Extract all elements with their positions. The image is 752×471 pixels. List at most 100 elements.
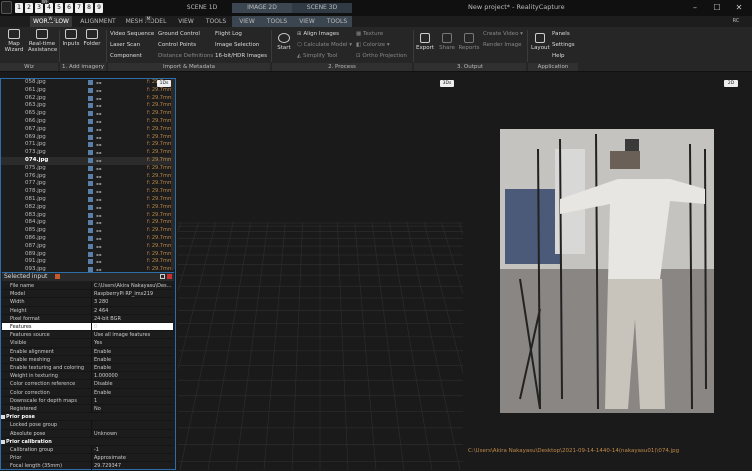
render-image-button[interactable]: Render Image <box>483 42 522 48</box>
list-item[interactable]: 075.jpg ▪▪ f: 29.7mm <box>1 165 175 173</box>
property-row[interactable]: Pixel format 24-bit BGR <box>2 314 173 323</box>
help-button[interactable]: Help <box>552 53 565 59</box>
create-video-button[interactable]: Create Video ▾ <box>483 31 523 37</box>
image2d-viewport[interactable]: 2D <box>465 78 752 470</box>
list-item[interactable]: 061.jpg ▪▪ f: 29.7mm <box>1 87 175 95</box>
ortho-projection-button[interactable]: ⊡ Ortho Projection <box>356 53 407 59</box>
list-item[interactable]: 067.jpg ▪▪ f: 29.7mm <box>1 126 175 134</box>
tab-scene1d-tools[interactable]: TOOLS <box>262 16 292 27</box>
tab-scene3d-tools[interactable]: TOOLS <box>322 16 352 27</box>
quick-access-button[interactable]: 6 <box>65 3 73 13</box>
property-row[interactable]: Color correction Enable <box>2 388 173 397</box>
property-row[interactable]: Weight in texturing 1.000000 <box>2 372 173 381</box>
start-button[interactable]: Start <box>275 33 293 51</box>
property-row[interactable]: Enable alignment Enable <box>2 347 173 356</box>
maximize-button[interactable]: ☐ <box>706 0 728 16</box>
quick-access-button[interactable]: 9 <box>95 3 103 13</box>
map-wizard-button[interactable]: Map Wizard <box>4 29 24 53</box>
reports-button[interactable]: Reports <box>458 33 480 51</box>
quick-access-button[interactable]: 3 <box>35 3 43 13</box>
property-value[interactable]: Unknown <box>94 430 117 438</box>
property-value[interactable]: 24-bit BGR <box>94 315 121 323</box>
property-row[interactable]: Model RaspberryPi RP_imx219 <box>2 290 173 299</box>
list-item[interactable]: 066.jpg ▪▪ f: 29.7mm <box>1 118 175 126</box>
property-value[interactable]: Yes <box>94 339 102 347</box>
export-button[interactable]: Export <box>416 33 434 51</box>
laser-scan-button[interactable]: Laser Scan <box>110 42 140 48</box>
list-item[interactable]: 073.jpg ▪▪ f: 29.7mm <box>1 149 175 157</box>
tab-scene1d-view[interactable]: VIEW <box>232 16 262 27</box>
property-row[interactable]: Visible Yes <box>2 339 173 348</box>
property-row[interactable]: Color correction reference Disable <box>2 380 173 389</box>
property-value[interactable]: Approximate <box>94 454 126 462</box>
property-value[interactable]: 0 <box>94 323 97 331</box>
list-item[interactable]: 089.jpg ▪▪ f: 29.7mm <box>1 251 175 259</box>
close-panel-icon[interactable] <box>167 274 172 279</box>
property-row[interactable]: Height 2 464 <box>2 306 173 315</box>
quick-access-button[interactable]: 8 <box>85 3 93 13</box>
texture-button[interactable]: ▦ Texture <box>356 31 383 37</box>
property-row[interactable]: Prior pose <box>1 413 173 422</box>
list-item[interactable]: 081.jpg ▪▪ f: 29.7mm <box>1 196 175 204</box>
minimize-button[interactable]: – <box>684 0 706 16</box>
list-item[interactable]: 074.jpg ▪▪ f: 29.7mm <box>1 157 175 165</box>
property-row[interactable]: Focal length (35mm) 29.729347 <box>2 462 173 471</box>
panels-button[interactable]: Panels <box>552 31 570 37</box>
property-value[interactable]: Disable <box>94 380 113 388</box>
list-item[interactable]: 076.jpg ▪▪ f: 29.7mm <box>1 173 175 181</box>
folder-button[interactable]: Folder <box>83 29 101 47</box>
list-item[interactable]: 085.jpg ▪▪ f: 29.7mm <box>1 227 175 235</box>
list-item[interactable]: 086.jpg ▪▪ f: 29.7mm <box>1 235 175 243</box>
property-row[interactable]: Downscale for depth maps 1 <box>2 396 173 405</box>
layout-button[interactable]: Layout <box>531 33 550 51</box>
list-item[interactable]: 063.jpg ▪▪ f: 29.7mm <box>1 102 175 110</box>
property-row[interactable]: Prior Approximate <box>2 454 173 463</box>
video-sequence-button[interactable]: Video Sequence <box>110 31 154 37</box>
list-item[interactable]: 077.jpg ▪▪ f: 29.7mm <box>1 180 175 188</box>
property-value[interactable]: 3 280 <box>94 298 108 306</box>
realtime-assistance-button[interactable]: Real-time Assistance <box>28 29 57 53</box>
list-item[interactable]: 078.jpg ▪▪ f: 29.7mm <box>1 188 175 196</box>
property-value[interactable]: Enable <box>94 348 111 356</box>
property-value[interactable]: C:\Users\Akira Nakayasu\Des... <box>94 282 171 290</box>
property-value[interactable]: Enable <box>94 356 111 364</box>
property-value[interactable]: RaspberryPi RP_imx219 <box>94 290 153 298</box>
list-item[interactable]: 083.jpg ▪▪ f: 29.7mm <box>1 212 175 220</box>
list-item[interactable]: 082.jpg ▪▪ f: 29.7mm <box>1 204 175 212</box>
control-points-button[interactable]: Control Points <box>158 42 196 48</box>
align-images-button[interactable]: ⊞ Align Images <box>297 31 339 37</box>
list-scrollbar[interactable] <box>171 79 175 269</box>
image2d-badge[interactable]: 2D <box>724 80 738 87</box>
collapse-icon[interactable] <box>1 415 5 420</box>
close-button[interactable]: ✕ <box>728 0 750 16</box>
pin-icon[interactable] <box>55 274 60 279</box>
quick-access-button[interactable]: 7 <box>75 3 83 13</box>
collapse-icon[interactable] <box>1 439 5 444</box>
property-row[interactable]: Absolute pose Unknown <box>2 429 173 438</box>
property-value[interactable]: Enable <box>94 389 111 397</box>
hdr-images-button[interactable]: 16-bit/HDR Images <box>215 53 267 59</box>
property-row[interactable]: Enable texturing and coloring Enable <box>2 364 173 373</box>
property-row[interactable]: Calibration group -1 <box>2 446 173 455</box>
property-value[interactable]: 29.729347 <box>94 462 121 470</box>
quick-access-button[interactable]: 1 <box>15 3 23 13</box>
property-row[interactable]: Features source Use all image features <box>2 331 173 340</box>
list-item[interactable]: 065.jpg ▪▪ f: 29.7mm <box>1 110 175 118</box>
property-value[interactable]: No <box>94 405 101 413</box>
colorize-button[interactable]: ◧ Colorize ▾ <box>356 42 390 48</box>
quick-access-button[interactable]: 2 <box>25 3 33 13</box>
property-row[interactable]: Prior calibration <box>1 438 173 446</box>
tab-tools[interactable]: TOOLS <box>202 16 230 27</box>
list-item[interactable]: 071.jpg ▪▪ f: 29.7mm <box>1 141 175 149</box>
quick-access-button[interactable]: 5 <box>55 3 63 13</box>
property-value[interactable]: Enable <box>94 364 111 372</box>
tab-scene3d-view[interactable]: VIEW <box>292 16 322 27</box>
share-button[interactable]: Share <box>438 33 456 51</box>
user-initials-badge[interactable]: RC <box>726 16 746 27</box>
calculate-model-button[interactable]: ⬡ Calculate Model ▾ <box>297 42 352 48</box>
property-value[interactable]: 1.000000 <box>94 372 118 380</box>
settings-button[interactable]: Settings <box>552 42 575 48</box>
scene1d-badge[interactable]: 1Ds <box>157 80 171 87</box>
list-item[interactable]: 058.jpg▪▪f: 29.7mm <box>1 79 175 87</box>
quick-access-button[interactable]: 4 <box>45 3 53 13</box>
